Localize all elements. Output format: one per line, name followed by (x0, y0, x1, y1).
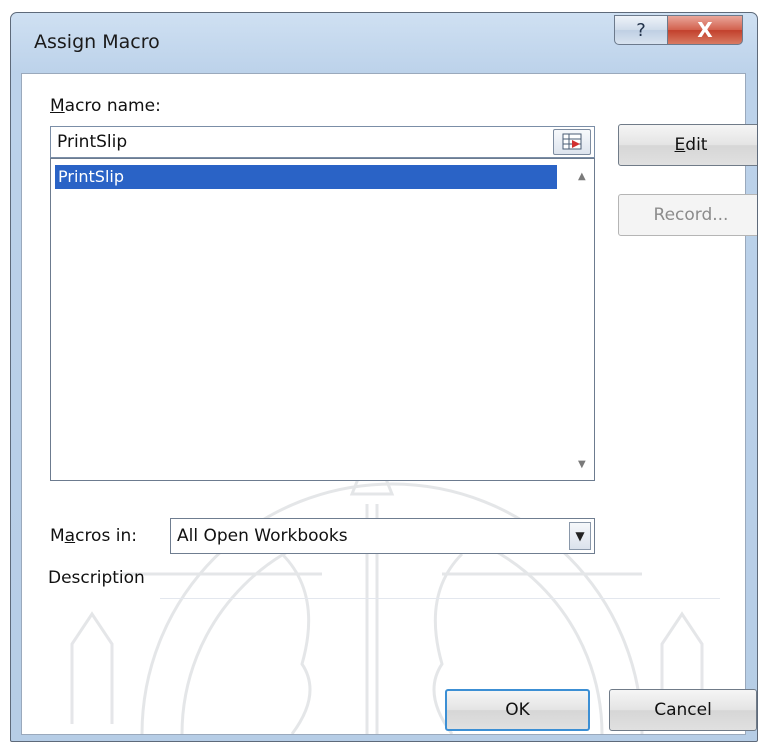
scroll-up-icon[interactable]: ▲ (578, 171, 586, 182)
dialog-title: Assign Macro (34, 31, 160, 53)
edit-button[interactable]: Edit (618, 124, 757, 166)
description-divider (160, 598, 720, 599)
cancel-button[interactable]: Cancel (609, 689, 757, 731)
range-select-icon (562, 133, 582, 150)
title-bar: Assign Macro ? X (11, 13, 757, 73)
dialog-body: Macro name: PrintSlip ▲ ▼ Edit Record...… (21, 73, 757, 735)
assign-macro-dialog: Assign Macro ? X Macro name: PrintSlip P… (10, 12, 758, 742)
dropdown-button[interactable]: ▼ (569, 522, 591, 550)
list-item[interactable]: PrintSlip (55, 165, 557, 189)
list-scrollbar[interactable]: ▲ ▼ (574, 161, 592, 478)
description-area (50, 586, 730, 652)
ok-button[interactable]: OK (445, 689, 590, 731)
macros-in-label: Macros in: (50, 526, 137, 546)
close-icon: X (697, 18, 713, 42)
macro-name-accelerator: M (50, 96, 65, 116)
close-button[interactable]: X (667, 15, 743, 45)
question-mark-icon: ? (636, 19, 646, 41)
macro-name-label-text: acro name: (64, 96, 161, 116)
edit-label: dit (685, 135, 708, 155)
macro-list[interactable]: PrintSlip ▲ ▼ (50, 158, 595, 481)
help-button[interactable]: ? (614, 15, 668, 45)
edit-accelerator: E (674, 135, 686, 155)
macros-in-value: All Open Workbooks (177, 526, 348, 546)
macro-name-input[interactable] (50, 126, 595, 158)
macros-in-select[interactable]: All Open Workbooks ▼ (170, 518, 595, 554)
macros-in-first: M (50, 526, 65, 546)
chevron-down-icon: ▼ (575, 529, 585, 543)
record-button[interactable]: Record... (618, 194, 757, 236)
macros-in-rest: cros in: (75, 526, 137, 546)
scroll-down-icon[interactable]: ▼ (578, 459, 586, 470)
macros-in-accelerator: a (64, 526, 76, 546)
collapse-dialog-button[interactable] (553, 129, 591, 155)
description-label: Description (48, 568, 145, 588)
macro-name-label: Macro name: (50, 96, 161, 116)
